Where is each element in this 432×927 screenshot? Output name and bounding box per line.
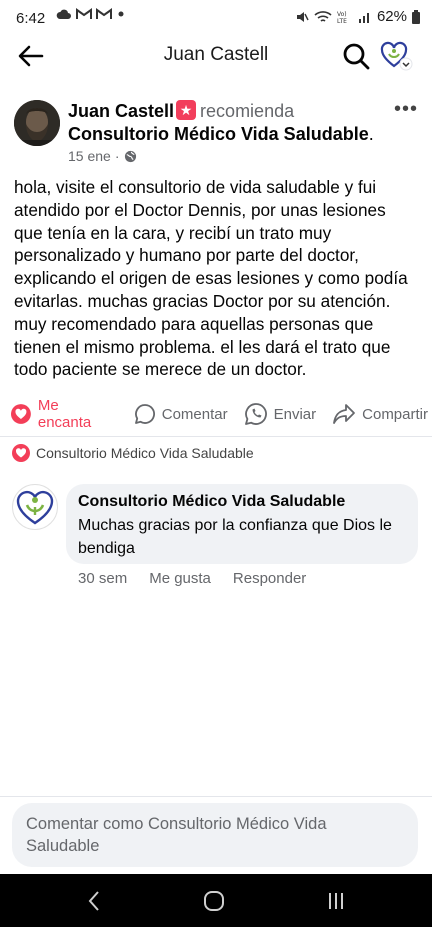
- nav-back-button[interactable]: [74, 888, 114, 914]
- comment-button[interactable]: Comentar: [134, 403, 228, 425]
- heart-icon: [10, 404, 31, 424]
- author-name[interactable]: Juan Castell: [68, 101, 174, 121]
- more-options-button[interactable]: •••: [394, 98, 420, 120]
- comment-composer-bar: Comentar como Consultorio Médico Vida Sa…: [0, 796, 432, 874]
- search-button[interactable]: [340, 40, 372, 72]
- divider: [0, 436, 432, 437]
- love-reaction-icon: [12, 444, 30, 462]
- heart-logo-icon: [16, 490, 54, 525]
- comment-like-button[interactable]: Me gusta: [149, 570, 211, 587]
- recommended-page-link[interactable]: Consultorio Médico Vida Saludable: [68, 124, 369, 144]
- commenter-avatar[interactable]: [12, 484, 58, 530]
- battery-percent: 62%: [376, 8, 407, 25]
- search-icon: [343, 43, 370, 70]
- post-header: Juan Castell ★ recomienda Consultorio Médi…: [68, 100, 388, 146]
- nav-home-button[interactable]: [194, 888, 234, 914]
- comment-actions: 30 sem Me gusta Responder: [78, 570, 306, 587]
- status-bar: 6:42 Vo) LTE 62%: [0, 0, 432, 36]
- post-text: hola, visite el consultorio de vida salu…: [14, 177, 408, 380]
- volte-icon: Vo)LTE: [337, 11, 347, 24]
- post-actions: Me encanta Comentar Enviar Compartir: [8, 397, 428, 431]
- chevron-left-icon: [88, 891, 99, 911]
- cloud-icon: [56, 9, 71, 19]
- comment-author[interactable]: Consultorio Médico Vida Saludable: [78, 492, 406, 512]
- comment-bubble[interactable]: Consultorio Médico Vida Saludable Muchas…: [66, 484, 418, 564]
- nav-recents-button[interactable]: [316, 888, 356, 914]
- gmail-icon: [96, 8, 112, 19]
- svg-text:Vo): Vo): [337, 11, 347, 18]
- send-button[interactable]: Enviar: [244, 402, 317, 426]
- recents-icon: [329, 893, 343, 909]
- comment-text: Muchas gracias por la confianza que Dios…: [78, 517, 392, 557]
- share-label: Compartir: [362, 405, 428, 423]
- whatsapp-icon: [244, 403, 267, 425]
- wifi-icon: [314, 10, 332, 22]
- page-suffix: .: [368, 124, 374, 144]
- notification-icons: [56, 8, 126, 20]
- system-navigation-bar: [0, 874, 432, 927]
- meta-separator: ·: [114, 148, 120, 164]
- profile-switcher-button[interactable]: [380, 40, 414, 72]
- post-meta: 15 ene ·: [68, 148, 137, 164]
- send-label: Enviar: [273, 405, 317, 423]
- author-avatar[interactable]: [14, 100, 60, 146]
- heart-logo-icon: [380, 41, 413, 71]
- home-circle-icon: [204, 891, 224, 911]
- comment-label: Comentar: [161, 405, 228, 423]
- svg-text:LTE: LTE: [337, 18, 347, 24]
- system-icons: Vo) LTE 62%: [295, 8, 420, 25]
- comment-reply-button[interactable]: Responder: [233, 570, 306, 587]
- post-date[interactable]: 15 ene: [68, 148, 111, 164]
- gmail-icon: [76, 8, 92, 19]
- signal-icon: [358, 12, 369, 23]
- author-photo: [14, 100, 60, 146]
- comment-input[interactable]: Comentar como Consultorio Médico Vida Sa…: [12, 803, 418, 867]
- mute-icon: [296, 11, 309, 22]
- reacted-by-name: Consultorio Médico Vida Saludable: [36, 445, 254, 461]
- love-button[interactable]: Me encanta: [10, 397, 116, 431]
- share-icon: [333, 404, 356, 424]
- dot-icon: [118, 11, 124, 17]
- recommend-star-icon: ★: [176, 100, 197, 120]
- comment-time: 30 sem: [78, 570, 128, 587]
- recommend-verb: recomienda: [200, 101, 295, 121]
- reactions-summary[interactable]: Consultorio Médico Vida Saludable: [12, 444, 254, 462]
- share-button[interactable]: Compartir: [332, 403, 428, 425]
- status-time: 6:42: [16, 10, 46, 27]
- globe-icon: [124, 150, 136, 162]
- comment-icon: [134, 404, 155, 424]
- love-label: Me encanta: [37, 397, 92, 431]
- battery-icon: [412, 9, 420, 24]
- header: Juan Castell: [0, 36, 432, 76]
